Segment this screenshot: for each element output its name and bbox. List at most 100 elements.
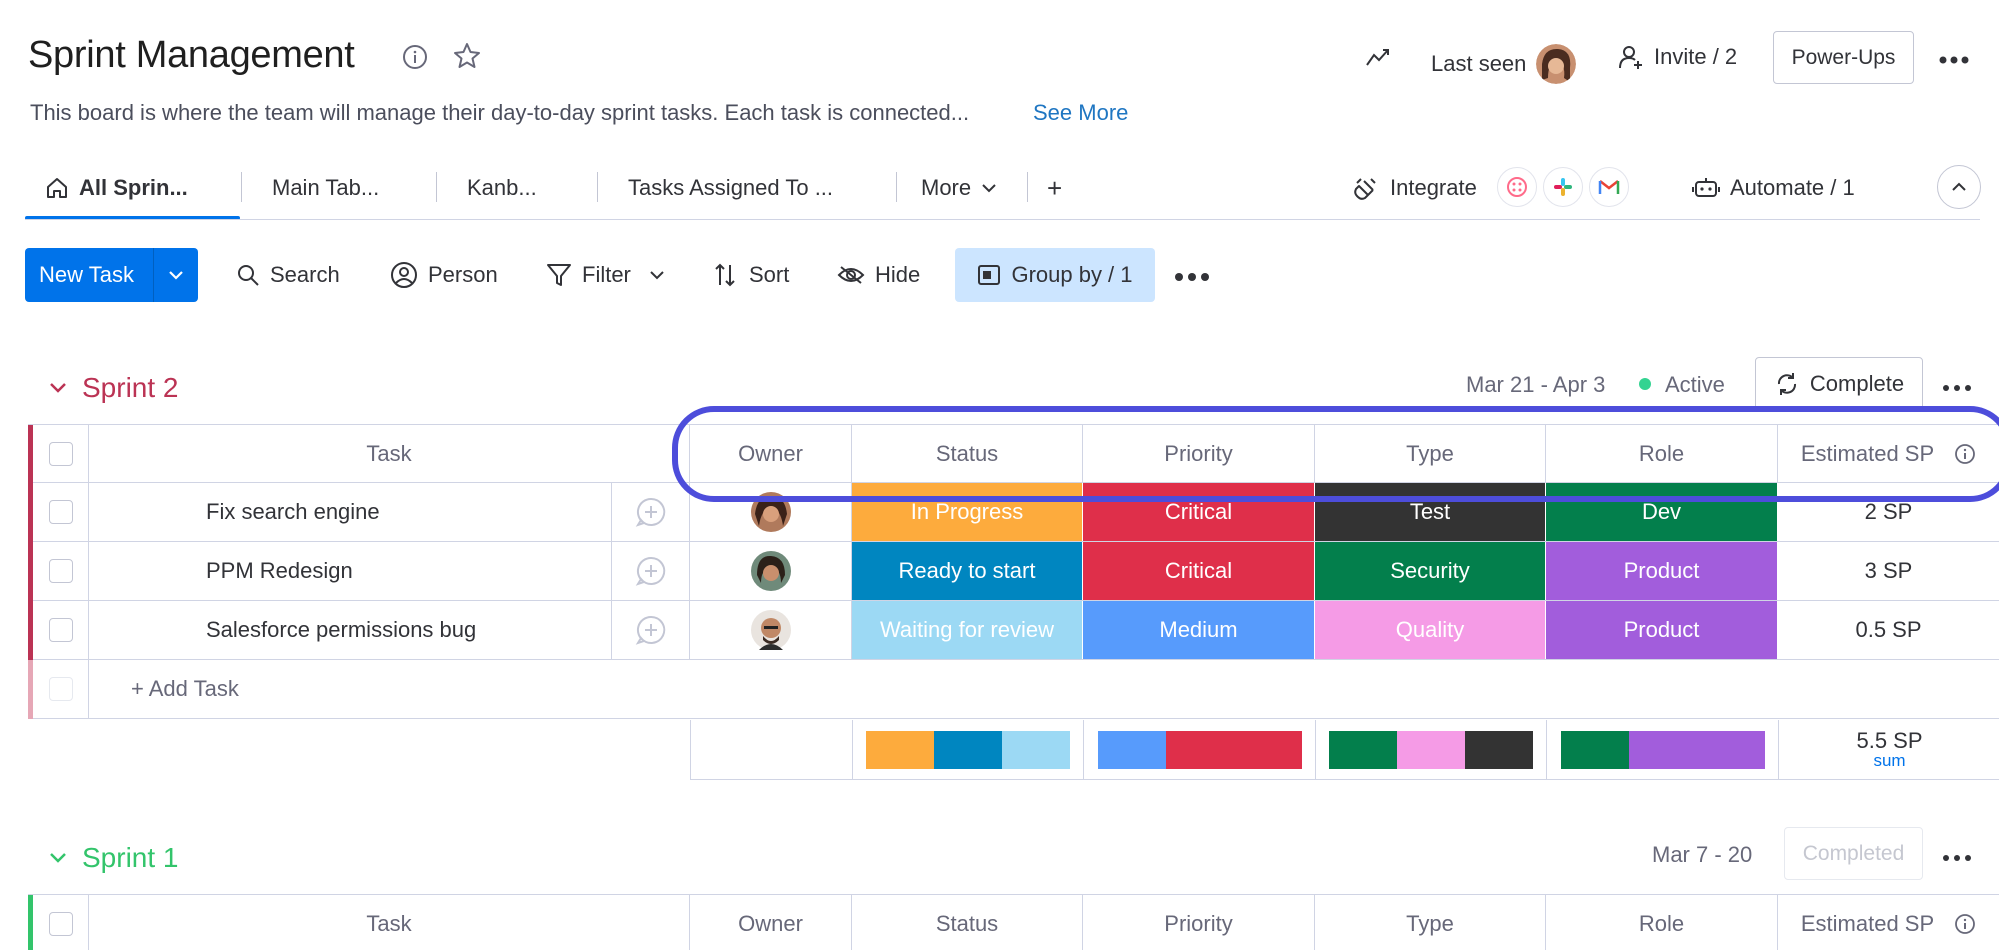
type-cell[interactable]: Test — [1315, 483, 1546, 541]
add-task-row[interactable]: + Add Task — [28, 660, 1999, 719]
column-header-status[interactable]: Status — [852, 425, 1083, 482]
column-header-status[interactable]: Status — [852, 895, 1083, 950]
status-summary-cell[interactable] — [853, 720, 1084, 779]
collapse-header-button[interactable] — [1937, 165, 1981, 209]
table-row[interactable]: Salesforce permissions bug Waiting for r… — [28, 601, 1999, 660]
group-more-icon[interactable] — [1942, 843, 1972, 873]
hide-button[interactable]: Hide — [837, 258, 920, 292]
info-icon[interactable] — [400, 42, 430, 72]
group-more-icon[interactable] — [1942, 373, 1972, 403]
more-options-icon[interactable] — [1938, 45, 1970, 75]
add-view-button[interactable]: + — [1047, 168, 1062, 208]
sp-summary-cell[interactable]: 5.5 SP sum — [1779, 720, 1999, 779]
role-cell[interactable]: Product — [1546, 601, 1778, 659]
row-select-cell[interactable] — [33, 542, 89, 600]
sort-button[interactable]: Sort — [713, 258, 789, 292]
more-toolbar-icon[interactable] — [1174, 262, 1210, 292]
type-summary-cell[interactable] — [1316, 720, 1547, 779]
column-header-role[interactable]: Role — [1546, 425, 1778, 482]
priority-distribution-bar[interactable] — [1097, 730, 1302, 769]
table-row[interactable]: Fix search engine In Progress Critical T… — [28, 483, 1999, 542]
task-name-cell[interactable]: Salesforce permissions bug — [89, 601, 612, 659]
row-select-cell[interactable] — [33, 483, 89, 541]
group-title[interactable]: Sprint 1 — [82, 842, 179, 874]
estimated-sp-cell[interactable]: 3 SP — [1778, 542, 1999, 600]
column-header-owner[interactable]: Owner — [690, 895, 852, 950]
group-by-button[interactable]: Group by / 1 — [955, 248, 1155, 302]
column-header-priority[interactable]: Priority — [1083, 425, 1315, 482]
column-header-estimated-sp[interactable]: Estimated SP — [1778, 425, 1999, 482]
task-name-cell[interactable]: PPM Redesign — [89, 542, 612, 600]
row-checkbox[interactable] — [48, 618, 73, 642]
column-header-task[interactable]: Task — [89, 895, 690, 950]
tab-main-table[interactable]: Main Tab... — [272, 168, 379, 208]
integration-app-icon[interactable] — [1497, 167, 1537, 207]
select-all-cell[interactable] — [33, 425, 89, 482]
estimated-sp-cell[interactable]: 0.5 SP — [1778, 601, 1999, 659]
column-header-type[interactable]: Type — [1315, 895, 1546, 950]
role-distribution-bar[interactable] — [1560, 730, 1765, 769]
column-header-owner[interactable]: Owner — [690, 425, 852, 482]
column-header-role[interactable]: Role — [1546, 895, 1778, 950]
select-all-checkbox[interactable] — [48, 911, 73, 936]
column-header-estimated-sp[interactable]: Estimated SP — [1778, 895, 1999, 950]
status-cell[interactable]: In Progress — [852, 483, 1083, 541]
type-distribution-bar[interactable] — [1329, 730, 1533, 769]
role-cell[interactable]: Product — [1546, 542, 1778, 600]
see-more-link[interactable]: See More — [1033, 100, 1128, 126]
role-cell[interactable]: Dev — [1546, 483, 1778, 541]
new-task-dropdown[interactable] — [154, 270, 198, 280]
last-seen[interactable]: Last seen — [1431, 44, 1577, 84]
group-header-sprint-2[interactable]: Sprint 2 — [48, 372, 179, 404]
add-update-cell[interactable] — [612, 483, 690, 541]
board-title[interactable]: Sprint Management — [28, 34, 355, 77]
owner-cell[interactable] — [690, 483, 852, 541]
row-select-cell[interactable] — [33, 601, 89, 659]
integrate-button[interactable]: Integrate — [1352, 168, 1477, 208]
new-task-button[interactable]: New Task — [25, 248, 198, 302]
invite-button[interactable]: Invite / 2 — [1618, 44, 1737, 70]
task-name-cell[interactable]: Fix search engine — [89, 483, 612, 541]
slack-icon[interactable] — [1543, 167, 1583, 207]
priority-cell[interactable]: Medium — [1083, 601, 1315, 659]
owner-cell[interactable] — [690, 601, 852, 659]
person-filter-button[interactable]: Person — [390, 258, 498, 292]
column-header-task[interactable]: Task — [89, 425, 690, 482]
status-cell[interactable]: Ready to start — [852, 542, 1083, 600]
add-update-cell[interactable] — [612, 542, 690, 600]
tab-more[interactable]: More — [921, 168, 997, 208]
estimated-sp-cell[interactable]: 2 SP — [1778, 483, 1999, 541]
add-task-input[interactable]: + Add Task — [89, 660, 1999, 718]
group-title[interactable]: Sprint 2 — [82, 372, 179, 404]
priority-summary-cell[interactable] — [1084, 720, 1316, 779]
filter-button[interactable]: Filter — [546, 258, 665, 292]
status-distribution-bar[interactable] — [866, 730, 1070, 769]
complete-sprint-button[interactable]: Complete — [1755, 357, 1923, 410]
star-icon[interactable] — [452, 41, 482, 71]
select-all-checkbox[interactable] — [48, 441, 73, 466]
group-header-sprint-1[interactable]: Sprint 1 — [48, 842, 179, 874]
owner-cell[interactable] — [690, 542, 852, 600]
status-cell[interactable]: Waiting for review — [852, 601, 1083, 659]
type-cell[interactable]: Quality — [1315, 601, 1546, 659]
column-header-priority[interactable]: Priority — [1083, 895, 1315, 950]
tab-kanban[interactable]: Kanb... — [467, 168, 537, 208]
tab-tasks-assigned[interactable]: Tasks Assigned To ... — [628, 168, 833, 208]
row-checkbox[interactable] — [48, 559, 73, 583]
type-cell[interactable]: Security — [1315, 542, 1546, 600]
gmail-icon[interactable] — [1589, 167, 1629, 207]
row-checkbox[interactable] — [48, 500, 73, 524]
power-ups-button[interactable]: Power-Ups — [1773, 31, 1914, 84]
tab-all-sprints[interactable]: All Sprin... — [45, 168, 188, 208]
priority-cell[interactable]: Critical — [1083, 483, 1315, 541]
table-row[interactable]: PPM Redesign Ready to start Critical Sec… — [28, 542, 1999, 601]
priority-cell[interactable]: Critical — [1083, 542, 1315, 600]
select-all-cell[interactable] — [33, 895, 89, 950]
role-summary-cell[interactable] — [1547, 720, 1779, 779]
add-update-cell[interactable] — [612, 601, 690, 659]
search-button[interactable]: Search — [236, 258, 340, 292]
activity-icon[interactable] — [1364, 43, 1394, 73]
completed-button[interactable]: Completed — [1784, 827, 1923, 880]
column-header-type[interactable]: Type — [1315, 425, 1546, 482]
automate-button[interactable]: Automate / 1 — [1692, 168, 1855, 208]
